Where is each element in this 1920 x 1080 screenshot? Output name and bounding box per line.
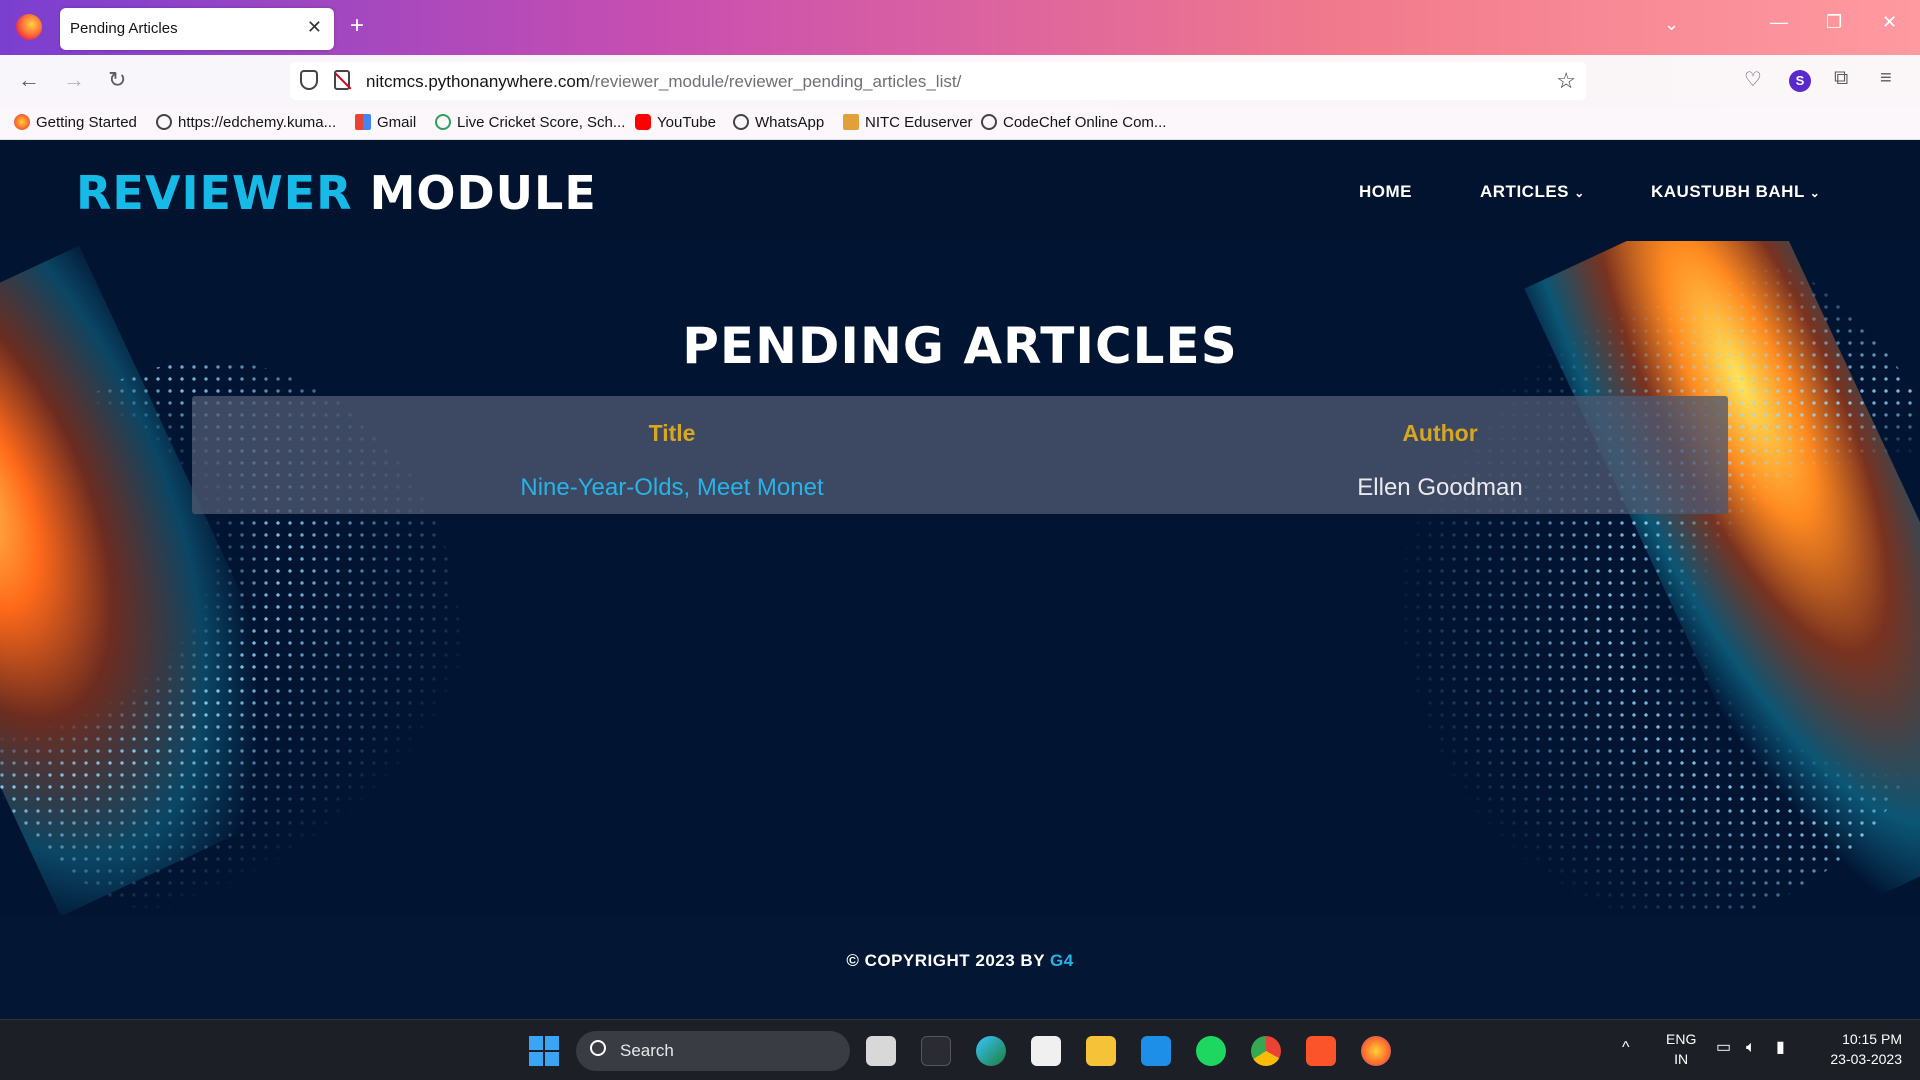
chevron-down-icon: ⌄ [1574,186,1585,200]
close-window-icon[interactable]: ✕ [1882,12,1897,33]
chevron-down-icon: ⌄ [1809,186,1821,200]
site-header: REVIEWER MODULE HOME ARTICLES ⌄ KAUSTUBH… [0,140,1920,241]
site-footer: © COPYRIGHT 2023 BY G4 [0,915,1920,1019]
pocket-icon[interactable]: ♡ [1744,67,1762,92]
tab-title: Pending Articles [70,20,178,37]
tab-strip: Pending Articles ✕ + ⌄ — ❐ ✕ [0,0,1920,55]
edge-icon[interactable] [976,1036,1006,1066]
minimize-icon[interactable]: — [1770,12,1788,33]
shield-icon[interactable] [300,70,318,90]
youtube-icon [635,114,651,130]
chrome-icon[interactable] [1251,1036,1281,1066]
nav-home[interactable]: HOME [1359,182,1412,202]
navigation-toolbar: ← → ↻ nitcmcs.pythonanywhere.com/reviewe… [0,55,1920,107]
article-author: Ellen Goodman [1357,474,1523,501]
firefox-icon[interactable] [16,14,42,40]
language-indicator[interactable]: ENG IN [1666,1029,1696,1069]
back-icon[interactable]: ← [18,67,40,93]
brave-icon[interactable] [1306,1036,1336,1066]
reload-icon[interactable]: ↻ [108,67,126,93]
article-title-link[interactable]: Nine-Year-Olds, Meet Monet [192,474,1152,502]
insecure-lock-icon[interactable] [334,70,350,90]
clock[interactable]: 10:15 PM 23-03-2023 [1810,1029,1902,1069]
site-logo[interactable]: REVIEWER MODULE [76,166,597,220]
network-icon[interactable]: ▭ [1716,1038,1731,1058]
globe-icon [156,114,172,130]
pending-articles-table: Title Author Nine-Year-Olds, Meet Monet … [192,396,1728,514]
gmail-icon [355,114,371,130]
globe-icon [733,114,749,130]
footer-link-g4[interactable]: G4 [1050,951,1074,970]
chevron-up-icon[interactable]: ^ [1622,1038,1630,1058]
bookmark-star-icon[interactable]: ☆ [1556,68,1576,94]
bookmark-edchemy[interactable]: https://edchemy.kuma... [156,114,336,131]
spotify-icon[interactable] [1196,1036,1226,1066]
close-tab-icon[interactable]: ✕ [307,17,322,38]
list-tabs-icon[interactable]: ⌄ [1664,14,1679,35]
taskbar-search[interactable]: Search [576,1031,850,1071]
nav-articles[interactable]: ARTICLES ⌄ [1480,182,1585,202]
account-avatar[interactable]: S [1789,70,1811,92]
new-tab-icon[interactable]: + [350,12,364,40]
bookmark-youtube[interactable]: YouTube [635,114,716,131]
bookmarks-bar: Getting Started https://edchemy.kuma... … [0,107,1920,140]
forward-icon[interactable]: → [63,67,85,93]
bookmark-codechef[interactable]: CodeChef Online Com... [981,114,1166,131]
column-header-author: Author [1402,420,1478,446]
file-explorer-icon[interactable] [1086,1036,1116,1066]
copyright-text: © COPYRIGHT 2023 BY G4 [846,951,1074,970]
cricbuzz-icon [435,114,451,130]
nitc-icon [843,114,859,130]
nav-user[interactable]: KAUSTUBH BAHL ⌄ [1651,182,1820,202]
bookmark-whatsapp[interactable]: WhatsApp [733,114,824,131]
firefox-taskbar-icon[interactable] [1361,1036,1391,1066]
column-header-title: Title [648,420,696,446]
hero-section: PENDING ARTICLES Title Author Nine-Year-… [0,241,1920,915]
battery-icon[interactable]: ▮ [1776,1038,1785,1058]
windows-start-icon[interactable] [529,1036,559,1066]
url-text[interactable]: nitcmcs.pythonanywhere.com/reviewer_modu… [366,72,961,92]
bookmark-nitc-eduserver[interactable]: NITC Eduserver [843,114,973,131]
app-menu-icon[interactable]: ≡ [1880,67,1892,90]
mail-icon[interactable] [1141,1036,1171,1066]
ms-store-icon[interactable] [1031,1036,1061,1066]
bookmark-gmail[interactable]: Gmail [355,114,416,131]
bookmark-getting-started[interactable]: Getting Started [14,114,137,131]
browser-chrome: Pending Articles ✕ + ⌄ — ❐ ✕ ← → ↻ nitcm… [0,0,1920,140]
url-bar[interactable]: nitcmcs.pythonanywhere.com/reviewer_modu… [290,62,1586,100]
tab-pending-articles[interactable]: Pending Articles ✕ [60,8,334,50]
restore-icon[interactable]: ❐ [1826,12,1842,33]
predator-icon[interactable] [921,1036,951,1066]
bookmark-cricket[interactable]: Live Cricket Score, Sch... [435,114,625,131]
web-page: REVIEWER MODULE HOME ARTICLES ⌄ KAUSTUBH… [0,140,1920,1019]
page-title: PENDING ARTICLES [682,317,1238,375]
extensions-icon[interactable]: ⧉ [1834,67,1848,90]
task-view-icon[interactable] [866,1036,896,1066]
volume-icon[interactable]: 🔈︎ [1746,1038,1756,1058]
globe-icon [981,114,997,130]
firefox-icon [14,114,30,130]
windows-taskbar: Search ^ ENG IN ▭ 🔈︎ ▮ 10:15 PM 23-03-20… [0,1019,1920,1080]
search-icon [590,1040,606,1056]
